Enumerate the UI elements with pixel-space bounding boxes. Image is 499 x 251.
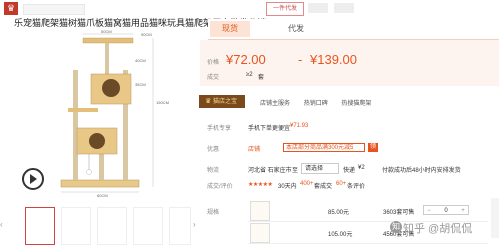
- ship-method: 快递: [343, 168, 356, 174]
- decrement-button[interactable]: −: [424, 206, 434, 214]
- mobile-label: 手机专享: [207, 126, 232, 132]
- mobile-text: 手机下单更便宜: [248, 126, 291, 132]
- price-separator: -: [298, 52, 303, 67]
- play-video-icon[interactable]: [22, 168, 44, 190]
- promo-tag: 店铺: [248, 147, 261, 153]
- top-action-2[interactable]: [334, 3, 354, 13]
- rating-volume-value: 400+: [300, 181, 314, 187]
- thumbnail[interactable]: [97, 207, 127, 245]
- ship-to-label: 至: [292, 168, 299, 174]
- store-link-search[interactable]: 热搜猫爬架: [341, 101, 371, 107]
- dim-label: 50CM: [101, 29, 112, 34]
- sku-thumbnail[interactable]: [250, 201, 270, 221]
- thumbnail[interactable]: [61, 207, 91, 245]
- top-action-1[interactable]: [308, 3, 328, 13]
- sold-value: ≥2: [246, 72, 253, 78]
- crown-icon: ♛: [205, 98, 212, 105]
- watermark: 知乎 @胡侃侃: [403, 223, 473, 235]
- crown-icon: ♛: [6, 3, 16, 13]
- store-badge[interactable]: ♛ 猫店之宝: [199, 95, 245, 108]
- sold-unit: 套: [258, 75, 265, 81]
- quantity-stepper[interactable]: − 0 +: [423, 205, 469, 215]
- sold-label: 成交: [207, 75, 220, 81]
- sku-price: 105.00元: [328, 232, 353, 238]
- rating-reviews-unit: 条评价: [347, 184, 366, 190]
- tab-in-stock[interactable]: 现货: [210, 21, 250, 37]
- rating-stars: ★★★★★: [248, 182, 273, 188]
- sku-row: 85.00元 3603套可售 − 0 +: [248, 199, 488, 222]
- price-low: ¥72.00: [226, 52, 266, 67]
- quantity-value[interactable]: 0: [444, 208, 447, 214]
- collect-coupon-button[interactable]: 领: [368, 143, 378, 152]
- thumbnail[interactable]: [169, 207, 191, 245]
- purchase-tabs: [208, 19, 499, 40]
- dim-label: 35CM: [135, 82, 146, 87]
- increment-button[interactable]: +: [458, 206, 468, 214]
- store-links: 店铺主服务 热销口碑 热搜猫爬架: [260, 98, 371, 107]
- price-label: 价格: [207, 60, 220, 66]
- thumbs-prev-icon[interactable]: ‹: [0, 215, 6, 235]
- rating-label: 成交/评价: [207, 184, 233, 190]
- store-link-service[interactable]: 店铺主服务: [260, 101, 290, 107]
- scrollbar[interactable]: [491, 198, 499, 238]
- ship-from: 河北省 石家庄市: [248, 168, 292, 174]
- thumbs-next-icon[interactable]: ›: [193, 215, 199, 235]
- ship-note: 付款成功后48小时内安排发货: [382, 168, 461, 174]
- sku-label: 规格: [207, 210, 220, 216]
- store-link-hot[interactable]: 热销口碑: [304, 101, 328, 107]
- dim-label: 150CM: [156, 100, 169, 105]
- rating-volume-label: 30天内: [278, 184, 297, 190]
- dim-label: 40CM: [135, 58, 146, 63]
- dim-label: 60CM: [97, 193, 108, 198]
- rating-volume-unit: 套成交: [314, 184, 333, 190]
- dim-label: 90CM: [141, 32, 152, 37]
- ship-to-select[interactable]: 请选择: [301, 163, 339, 174]
- coupon[interactable]: 本店部分商品满300元减5: [283, 143, 365, 152]
- thumbnail[interactable]: [133, 207, 163, 245]
- ship-fee: ¥2: [358, 165, 365, 171]
- dropship-badge[interactable]: 一件代发: [266, 2, 304, 16]
- thumbnail[interactable]: [25, 207, 55, 245]
- sku-stock: 3603套可售: [383, 210, 415, 216]
- mobile-price: ¥71.93: [290, 123, 309, 129]
- promo-label: 优惠: [207, 147, 220, 153]
- store-badge-label: 猫店之宝: [212, 99, 237, 105]
- tab-dropship[interactable]: 代发: [276, 21, 316, 37]
- rating-reviews: 60+: [336, 181, 347, 187]
- sku-thumbnail[interactable]: [250, 223, 270, 243]
- price-high: ¥139.00: [310, 52, 357, 67]
- sku-price: 85.00元: [328, 210, 350, 216]
- top-placeholder: [23, 4, 85, 15]
- zhihu-logo: 知: [390, 221, 402, 233]
- shipping-label: 物流: [207, 168, 220, 174]
